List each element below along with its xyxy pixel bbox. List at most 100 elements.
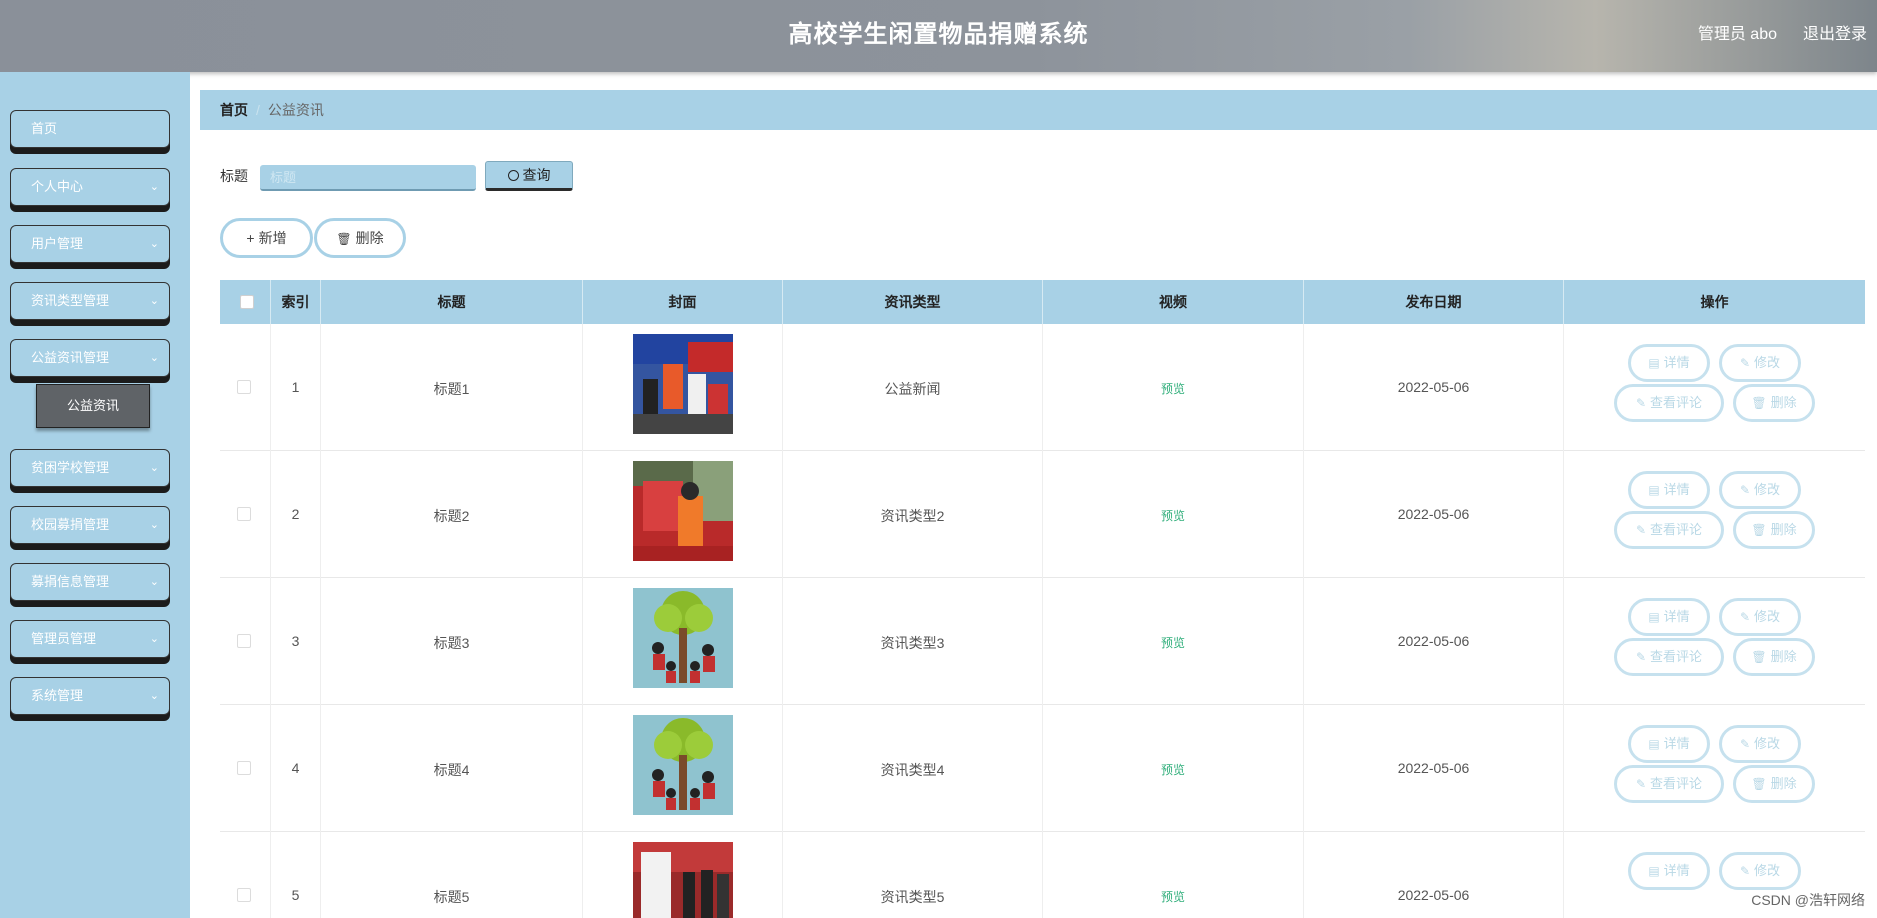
actions-cell: ▤ 详情 ✎ 修改 ✎ 查看评论 🗑 删除	[1564, 705, 1865, 832]
cover-cell	[583, 324, 783, 451]
row-index: 3	[291, 633, 300, 649]
batch-delete-button[interactable]: 🗑 删除	[314, 218, 406, 258]
video-preview-link[interactable]: 预览	[1043, 380, 1303, 397]
index-cell: 1	[271, 324, 321, 451]
detail-button[interactable]: ▤ 详情	[1628, 471, 1710, 509]
publish-date-cell: 2022-05-06	[1304, 451, 1564, 578]
pencil-icon: ✎	[1635, 650, 1647, 664]
pencil-icon: ✎	[1635, 396, 1647, 410]
edit-button[interactable]: ✎ 修改	[1719, 598, 1801, 636]
sidebar-item-label: 首页	[31, 121, 58, 136]
actions-cell: ▤ 详情 ✎ 修改 ✎ 查看评论 🗑 删除	[1564, 324, 1865, 451]
video-preview-link[interactable]: 预览	[1043, 507, 1303, 524]
column-header-publish-date: 发布日期	[1304, 280, 1564, 324]
detail-button-label: 详情	[1663, 863, 1690, 878]
news-type-cell: 资讯类型5	[783, 832, 1043, 918]
sidebar-item-charity-news-management[interactable]: 公益资讯管理 ⌄	[10, 339, 170, 377]
search-icon	[507, 170, 519, 181]
row-checkbox[interactable]	[237, 761, 251, 775]
sidebar-item-user-management[interactable]: 用户管理 ⌄	[10, 225, 170, 263]
view-comments-button[interactable]: ✎ 查看评论	[1614, 511, 1724, 549]
sidebar-item-label: 个人中心	[31, 179, 84, 194]
sidebar-item-campus-fundraising-management[interactable]: 校园募捐管理 ⌄	[10, 506, 170, 544]
sidebar-item-label: 管理员管理	[31, 631, 97, 646]
view-comments-button[interactable]: ✎ 查看评论	[1614, 638, 1724, 676]
delete-button[interactable]: 🗑 删除	[1733, 765, 1815, 803]
edit-button-label: 修改	[1754, 482, 1781, 497]
row-select-cell	[220, 451, 271, 578]
trash-icon: 🗑	[1751, 523, 1767, 537]
row-checkbox[interactable]	[237, 634, 251, 648]
pencil-icon: ✎	[1635, 777, 1647, 791]
edit-button[interactable]: ✎ 修改	[1719, 471, 1801, 509]
edit-button[interactable]: ✎ 修改	[1719, 344, 1801, 382]
sidebar-item-poor-school-management[interactable]: 贫困学校管理 ⌄	[10, 449, 170, 487]
detail-button[interactable]: ▤ 详情	[1628, 725, 1710, 763]
publish-date-cell: 2022-05-06	[1304, 832, 1564, 918]
column-header-cover: 封面	[583, 280, 783, 324]
query-button[interactable]: 查询	[485, 161, 573, 191]
delete-button[interactable]: 🗑 删除	[1733, 384, 1815, 422]
pencil-icon: ✎	[1739, 610, 1751, 624]
sidebar-item-admin-management[interactable]: 管理员管理 ⌄	[10, 620, 170, 658]
video-cell: 预览	[1043, 832, 1304, 918]
cover-image	[633, 334, 733, 434]
row-select-cell	[220, 578, 271, 705]
title-search-input[interactable]	[260, 165, 476, 191]
breadcrumb-home[interactable]: 首页	[220, 102, 248, 118]
cover-cell	[583, 832, 783, 918]
row-news-type: 资讯类型2	[880, 508, 945, 524]
detail-button[interactable]: ▤ 详情	[1628, 598, 1710, 636]
video-preview-link[interactable]: 预览	[1043, 634, 1303, 651]
sidebar-item-label: 贫困学校管理	[31, 460, 110, 475]
table-header: 索引 标题 封面 资讯类型 视频 发布日期 操作	[220, 280, 1865, 324]
row-news-type: 资讯类型4	[880, 762, 945, 778]
breadcrumb-separator: /	[256, 102, 260, 118]
video-preview-link[interactable]: 预览	[1043, 761, 1303, 778]
detail-button-label: 详情	[1663, 482, 1690, 497]
row-publish-date: 2022-05-06	[1397, 379, 1470, 395]
sidebar-item-system-management[interactable]: 系统管理 ⌄	[10, 677, 170, 715]
row-publish-date: 2022-05-06	[1397, 760, 1470, 776]
view-comments-button[interactable]: ✎ 查看评论	[1614, 384, 1724, 422]
title-cell: 标题2	[321, 451, 583, 578]
row-news-type: 资讯类型5	[880, 889, 945, 905]
sidebar: 首页 个人中心 ⌄ 用户管理 ⌄ 资讯类型管理 ⌄ 公益资讯管理 ⌄ 公益资讯 …	[0, 72, 190, 918]
row-select-cell	[220, 705, 271, 832]
sidebar-item-news-type-management[interactable]: 资讯类型管理 ⌄	[10, 282, 170, 320]
title-cell: 标题5	[321, 832, 583, 918]
video-preview-link[interactable]: 预览	[1043, 888, 1303, 905]
detail-button[interactable]: ▤ 详情	[1628, 852, 1710, 890]
chevron-down-icon: ⌄	[149, 633, 159, 645]
sidebar-item-personal-center[interactable]: 个人中心 ⌄	[10, 168, 170, 206]
delete-button[interactable]: 🗑 删除	[1733, 511, 1815, 549]
view-comments-button[interactable]: ✎ 查看评论	[1614, 765, 1724, 803]
edit-button[interactable]: ✎ 修改	[1719, 725, 1801, 763]
sidebar-subitem-charity-news[interactable]: 公益资讯	[36, 384, 150, 428]
top-header: 高校学生闲置物品捐赠系统 管理员 abo 退出登录	[0, 0, 1877, 72]
edit-button-label: 修改	[1754, 609, 1781, 624]
index-cell: 4	[271, 705, 321, 832]
sidebar-item-donation-info-management[interactable]: 募捐信息管理 ⌄	[10, 563, 170, 601]
video-cell: 预览	[1043, 578, 1304, 705]
publish-date-cell: 2022-05-06	[1304, 705, 1564, 832]
document-icon: ▤	[1648, 737, 1660, 751]
chevron-down-icon: ⌄	[149, 576, 159, 588]
query-button-label: 查询	[522, 167, 551, 183]
row-checkbox[interactable]	[237, 380, 251, 394]
trash-icon: 🗑	[1751, 396, 1767, 410]
row-checkbox[interactable]	[237, 507, 251, 521]
document-icon: ▤	[1648, 610, 1660, 624]
row-checkbox[interactable]	[237, 888, 251, 902]
add-button[interactable]: + 新增	[220, 218, 313, 258]
delete-button[interactable]: 🗑 删除	[1733, 638, 1815, 676]
news-type-cell: 公益新闻	[783, 324, 1043, 451]
document-icon: ▤	[1648, 356, 1660, 370]
logout-link[interactable]: 退出登录	[1803, 20, 1867, 44]
detail-button[interactable]: ▤ 详情	[1628, 344, 1710, 382]
edit-button[interactable]: ✎ 修改	[1719, 852, 1801, 890]
select-all-checkbox[interactable]	[240, 295, 254, 309]
row-select-cell	[220, 324, 271, 451]
detail-button-label: 详情	[1663, 355, 1690, 370]
sidebar-item-home[interactable]: 首页	[10, 110, 170, 148]
